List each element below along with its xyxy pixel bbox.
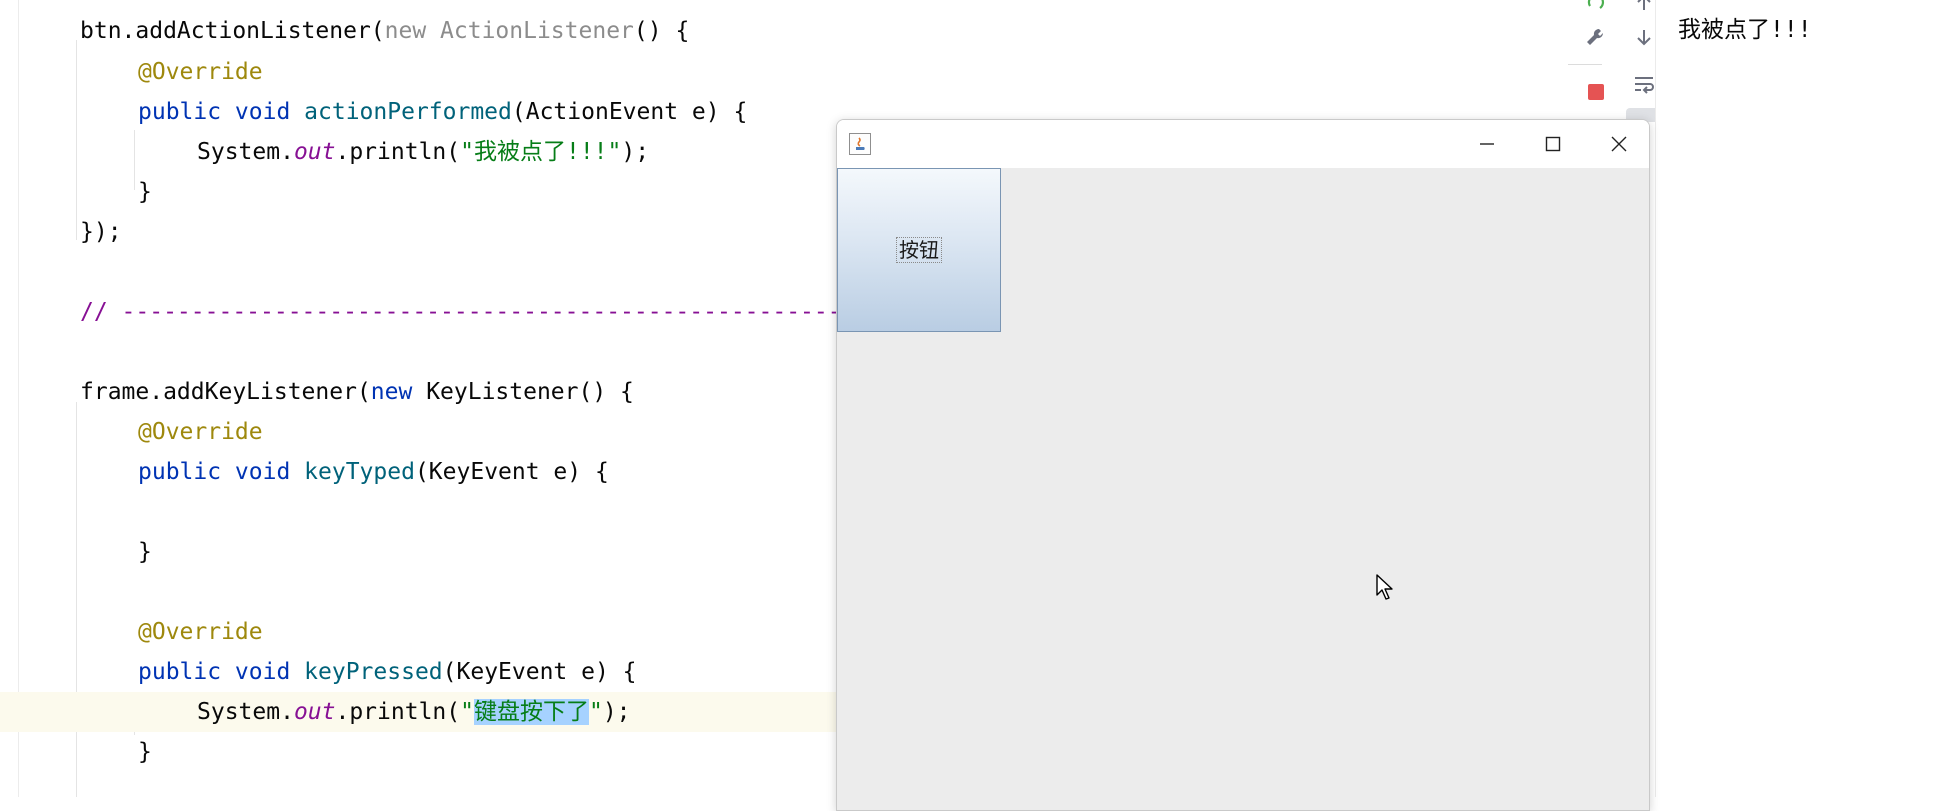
maximize-button[interactable]	[1523, 120, 1583, 168]
code-annotation: @Override	[138, 59, 263, 85]
code-text: .println(	[335, 699, 461, 725]
code-keyword: new	[370, 379, 427, 405]
code-text: );	[602, 699, 631, 725]
selected-text[interactable]: 键盘按下了	[473, 699, 589, 725]
code-field: out	[293, 699, 336, 725]
mouse-cursor-icon	[1375, 573, 1395, 605]
rerun-icon[interactable]	[1582, 0, 1610, 16]
code-text: );	[621, 139, 650, 165]
maximize-icon	[1545, 136, 1561, 152]
code-annotation: @Override	[138, 619, 263, 645]
minimize-icon	[1480, 143, 1494, 145]
code-text: });	[80, 219, 122, 245]
code-annotation: @Override	[138, 419, 263, 445]
code-keyword: new	[384, 18, 441, 44]
toolstrip-divider	[1568, 64, 1602, 65]
code-keyword: public void	[138, 659, 305, 685]
code-text: .println(	[335, 139, 461, 165]
swing-frame-window[interactable]: 按钮	[836, 119, 1650, 811]
code-method-name: keyTyped	[304, 459, 415, 485]
swing-button[interactable]: 按钮	[837, 168, 1001, 332]
code-text: System.	[197, 139, 294, 165]
code-text: }	[138, 539, 152, 565]
code-keyword: public void	[138, 99, 305, 125]
code-method-name: actionPerformed	[304, 99, 512, 125]
code-string: 我被点了!!!	[473, 139, 608, 165]
code-string: "	[607, 139, 622, 165]
code-field: out	[293, 139, 336, 165]
frame-content-pane[interactable]: 按钮	[837, 168, 1649, 810]
code-class: KeyListener	[426, 379, 579, 405]
minimize-button[interactable]	[1457, 120, 1517, 168]
stop-icon[interactable]	[1582, 78, 1610, 106]
code-method-name: keyPressed	[304, 659, 443, 685]
button-label: 按钮	[896, 237, 942, 263]
window-titlebar[interactable]	[837, 120, 1649, 168]
code-string: "	[460, 139, 474, 165]
code-string: "	[588, 699, 603, 725]
code-string: "	[460, 699, 474, 725]
arrow-down-icon[interactable]	[1630, 24, 1658, 52]
code-text: }	[138, 739, 152, 765]
console-output-line: 我被点了!!!	[1678, 17, 1812, 43]
arrow-up-icon[interactable]	[1630, 0, 1658, 16]
soft-wrap-icon[interactable]	[1630, 70, 1658, 98]
code-line[interactable]: btn.addActionListener(new ActionListener…	[0, 11, 1560, 51]
code-text: (ActionEvent e) {	[511, 99, 748, 125]
code-text: }	[138, 179, 152, 205]
close-button[interactable]	[1589, 120, 1649, 168]
java-icon	[849, 133, 871, 155]
code-line[interactable]: @Override	[0, 52, 1560, 92]
code-text: System.	[197, 699, 294, 725]
code-text: btn.addActionListener(	[80, 18, 385, 44]
code-text: () {	[578, 379, 634, 405]
wrench-icon[interactable]	[1582, 24, 1610, 52]
code-class: ActionListener	[440, 18, 634, 44]
code-text: frame.addKeyListener(	[80, 379, 371, 405]
code-keyword: public void	[138, 459, 305, 485]
code-text: (KeyEvent e) {	[442, 659, 637, 685]
code-text: () {	[633, 18, 690, 44]
close-icon	[1611, 136, 1627, 152]
console-panel[interactable]: 我被点了!!!	[1655, 0, 1940, 797]
code-text: (KeyEvent e) {	[414, 459, 609, 485]
console-clipped-line	[1678, 0, 1918, 4]
